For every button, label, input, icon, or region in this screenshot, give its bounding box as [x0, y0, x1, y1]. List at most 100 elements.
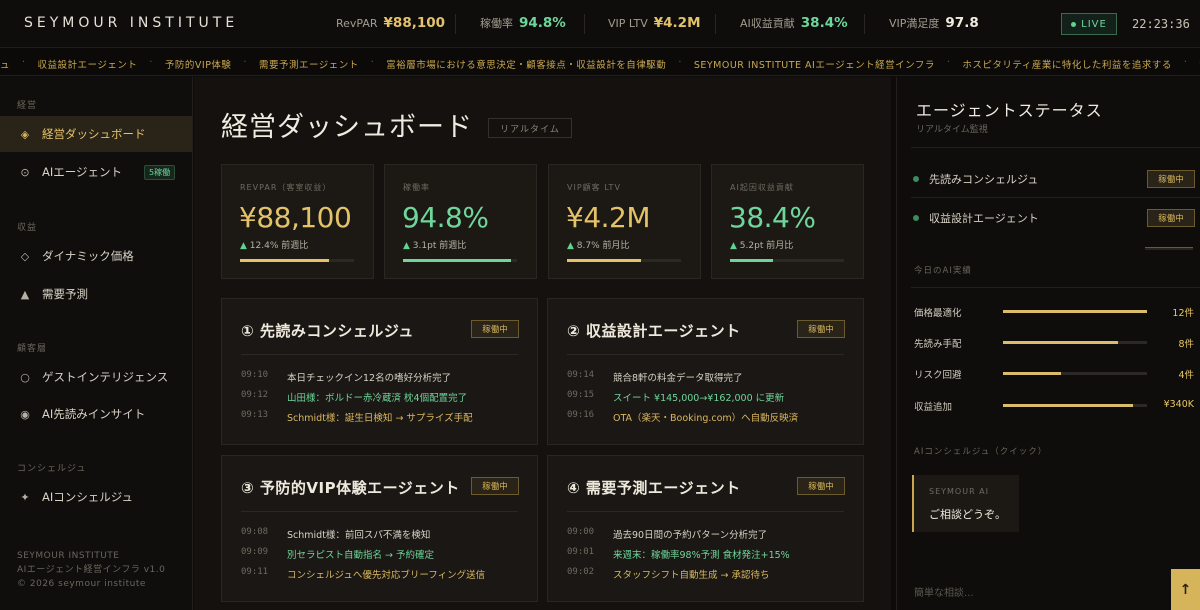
divider	[864, 14, 865, 34]
kpi-card-delta: ▲ 12.4% 前週比	[240, 238, 308, 251]
divider	[715, 14, 716, 34]
sidebar-item-dashboard[interactable]: ◈ 経営ダッシュボード	[0, 116, 192, 152]
kpi-card-label: REVPAR（客室収益）	[240, 183, 332, 192]
ticker-separator: ·	[22, 57, 26, 68]
sidebar-item-label: AIエージェント	[42, 165, 123, 179]
ticker-track: ュ · 収益設計エージェント · 予防的VIP体験 · 需要予測エージェント ·…	[0, 57, 1200, 71]
header-kpi-occupancy: 稼働率 94.8%	[480, 15, 566, 35]
kpi-progress-track	[240, 259, 354, 262]
perf-track	[1003, 310, 1147, 313]
kpi-value: 38.4%	[800, 15, 848, 31]
sidebar-item-label: ダイナミック価格	[42, 249, 134, 263]
agent-title: ④ 需要予測エージェント	[567, 479, 741, 497]
ticker-item: 需要予測エージェント	[258, 60, 359, 71]
log-entry: 09:01 来週末：稼働率98%予測 食材発注+15%	[567, 547, 847, 561]
sidebar-item-demand-forecast[interactable]: ▲ 需要予測	[0, 276, 192, 312]
active-count-badge: 5稼働	[144, 164, 176, 180]
sidebar-item-guest-intelligence[interactable]: ○ ゲストインテリジェンス	[0, 359, 192, 395]
log-time: 09:09	[241, 547, 269, 557]
sidebar-item-label: 需要予測	[42, 287, 88, 301]
agent-title: ③ 予防的VIP体験エージェント	[241, 479, 460, 497]
agent-icon: ⊙	[20, 165, 30, 179]
perf-value: 4件	[1178, 370, 1194, 381]
status-dot-icon	[913, 215, 919, 221]
log-time: 09:08	[241, 527, 269, 537]
ticker-separator: ·	[243, 57, 247, 68]
log-entry: 09:11 コンシェルジュへ優先対応ブリーフィング送信	[241, 567, 521, 581]
send-button[interactable]: ↑	[1171, 569, 1200, 610]
chat-bubble: SEYMOUR AI ご相談どうぞ。	[912, 475, 1019, 532]
sidebar-item-ai-concierge[interactable]: ✦ AIコンシェルジュ	[0, 479, 192, 515]
ticker-item: SEYMOUR INSTITUTE AIエージェント経営インフラ	[693, 60, 935, 71]
kpi-card-delta: ▲ 8.7% 前月比	[567, 238, 630, 251]
sidebar-item-label: ゲストインテリジェンス	[42, 370, 169, 384]
log-message: 来週末：稼働率98%予測 食材発注+15%	[613, 550, 790, 561]
kpi-card: VIP顧客 LTV ¥4.2M ▲ 8.7% 前月比	[548, 164, 701, 279]
perf-fill	[1003, 404, 1133, 407]
live-indicator: LIVE	[1061, 13, 1117, 35]
log-time: 09:10	[241, 370, 269, 380]
log-entry: 09:10 本日チェックイン12名の嗜好分析完了	[241, 370, 521, 384]
log-entry: 09:12 山田様：ボルドー赤冷蔵済 枕4個配置完了	[241, 390, 521, 404]
log-time: 09:11	[241, 567, 269, 577]
kpi-label: 稼働率	[480, 17, 513, 30]
ticker-item: 予防的VIP体験	[164, 60, 232, 71]
kpi-progress-fill	[567, 259, 642, 262]
delta-text: 12.4% 前週比	[249, 241, 309, 251]
kpi-card-value: 38.4%	[729, 201, 816, 234]
kpi-card-value: 94.8%	[402, 201, 489, 234]
panel-subtitle: リアルタイム監視	[916, 125, 988, 135]
sidebar-section-label: 顧客層	[17, 344, 48, 354]
perf-label: 先読み手配	[914, 339, 962, 350]
brand-logo[interactable]: SEYMOUR INSTITUTE	[24, 15, 238, 31]
up-arrow-icon: ▲	[567, 241, 574, 251]
page-title: 経営ダッシュボード	[221, 112, 473, 143]
perf-row: 価格最適化 12件	[914, 305, 1194, 319]
perf-track	[1003, 404, 1147, 407]
perf-fill	[1003, 341, 1119, 344]
log-entry: 09:16 OTA（楽天・Booking.com）へ自動反映済	[567, 410, 847, 424]
agent-card[interactable]: ④ 需要予測エージェント 稼働中 09:00 過去90日間の予約パターン分析完了 09:…	[547, 455, 864, 602]
status-row[interactable]: 収益設計エージェント 稼働中	[913, 208, 1195, 228]
sidebar-item-ai-insight[interactable]: ◉ AI先読みインサイト	[0, 396, 192, 432]
status-row[interactable]: 先読みコンシェルジュ 稼働中	[913, 169, 1195, 189]
log-time: 09:13	[241, 410, 269, 420]
log-time: 09:14	[567, 370, 595, 380]
divider	[567, 354, 844, 355]
sidebar-item-dynamic-pricing[interactable]: ◇ ダイナミック価格	[0, 238, 192, 274]
agent-name: 先読みコンシェルジュ	[929, 173, 1039, 186]
log-message: Schmidt様：前回スパ不満を検知	[287, 530, 431, 541]
delta-text: 3.1pt 前週比	[412, 241, 467, 251]
concierge-input[interactable]: 簡単な相談...	[914, 584, 974, 599]
agent-card[interactable]: ② 収益設計エージェント 稼働中 09:14 競合8軒の料金データ取得完了 09:15 ス…	[547, 298, 864, 445]
top-bar: SEYMOUR INSTITUTE RevPAR ¥88,100 稼働率 94.…	[0, 0, 1200, 48]
diamond-outline-icon: ◇	[20, 249, 30, 263]
chat-message: ご相談どうぞ。	[929, 508, 1006, 521]
live-label: LIVE	[1081, 18, 1107, 30]
agent-card[interactable]: ① 先読みコンシェルジュ 稼働中 09:10 本日チェックイン12名の嗜好分析完了 09…	[221, 298, 538, 445]
status-badge: 稼働中	[471, 320, 519, 338]
log-time: 09:16	[567, 410, 595, 420]
footer-line: © 2026 seymour institute	[17, 579, 146, 589]
diamond-icon: ◈	[20, 127, 30, 141]
log-entry: 09:14 競合8軒の料金データ取得完了	[567, 370, 847, 384]
status-badge-partial	[1145, 247, 1193, 250]
sidebar-item-ai-agents[interactable]: ⊙ AIエージェント 5稼働	[0, 154, 192, 190]
radio-icon: ◉	[20, 407, 30, 421]
perf-label: 価格最適化	[914, 308, 962, 319]
log-entry: 09:02 スタッフシフト自動生成 → 承認待ち	[567, 567, 847, 581]
ticker-item: ュ	[0, 60, 11, 71]
sidebar-item-label: AIコンシェルジュ	[42, 490, 133, 504]
kpi-label: AI収益貢献	[740, 17, 795, 30]
divider	[241, 511, 518, 512]
header-kpi-vip-ltv: VIP LTV ¥4.2M	[608, 15, 701, 35]
agent-card[interactable]: ③ 予防的VIP体験エージェント 稼働中 09:08 Schmidt様：前回スパ不満を…	[221, 455, 538, 602]
kpi-card: AI起因収益貢献 38.4% ▲ 5.2pt 前月比	[711, 164, 864, 279]
perf-section-label: 今日のAI実績	[914, 266, 972, 276]
sidebar-section-label: 経営	[17, 101, 38, 111]
footer-line: SEYMOUR INSTITUTE	[17, 551, 120, 561]
main-content: 経営ダッシュボード リアルタイム REVPAR（客室収益） ¥88,100 ▲ 12…	[194, 77, 891, 610]
kpi-value: 97.8	[945, 15, 979, 31]
divider	[567, 511, 844, 512]
log-time: 09:00	[567, 527, 595, 537]
